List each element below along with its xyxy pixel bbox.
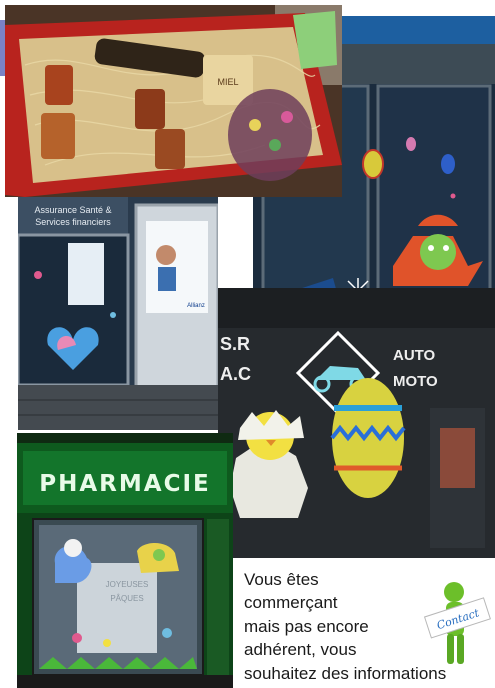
cta-line-2: commerçant <box>244 593 338 613</box>
pharmacy-photo: PHARMACIE JOYEUSES PÂQUES <box>17 433 233 688</box>
moto-sign-left-line-2: A.C <box>220 364 251 384</box>
moto-shop-photo: S.R A.C AUTO MOTO <box>218 288 495 558</box>
allianz-poster-brand: Allianz <box>187 303 205 309</box>
cta-line-1: Vous êtes <box>244 570 319 589</box>
cta-line-3: mais pas encore <box>244 616 369 636</box>
gift-box-label: MIEL <box>217 77 238 87</box>
insurance-sign-line-1: Assurance Santé & <box>34 205 111 215</box>
gift-box-photo: MIEL <box>5 5 342 197</box>
moto-sign-right-line-1: AUTO <box>393 347 436 364</box>
pharmacy-window-text-2: PÂQUES <box>110 594 143 603</box>
moto-sign-left-line-1: S.R <box>220 334 250 354</box>
cta-line-4: adhérent, vous <box>244 640 357 660</box>
moto-sign-right-line-2: MOTO <box>393 373 438 390</box>
insurance-shop-photo: Assurance Santé & Services financiers Al… <box>18 195 218 430</box>
pharmacy-window-text-1: JOYEUSES <box>106 580 149 589</box>
cta-line-5: souhaitez des informations <box>244 663 447 683</box>
contact-sign-figure[interactable]: Contact <box>420 576 495 671</box>
merchant-call-to-action: Vous êtes commerçant mais pas encore adh… <box>244 568 447 685</box>
insurance-sign-line-2: Services financiers <box>35 217 111 227</box>
pharmacy-sign: PHARMACIE <box>39 471 210 497</box>
